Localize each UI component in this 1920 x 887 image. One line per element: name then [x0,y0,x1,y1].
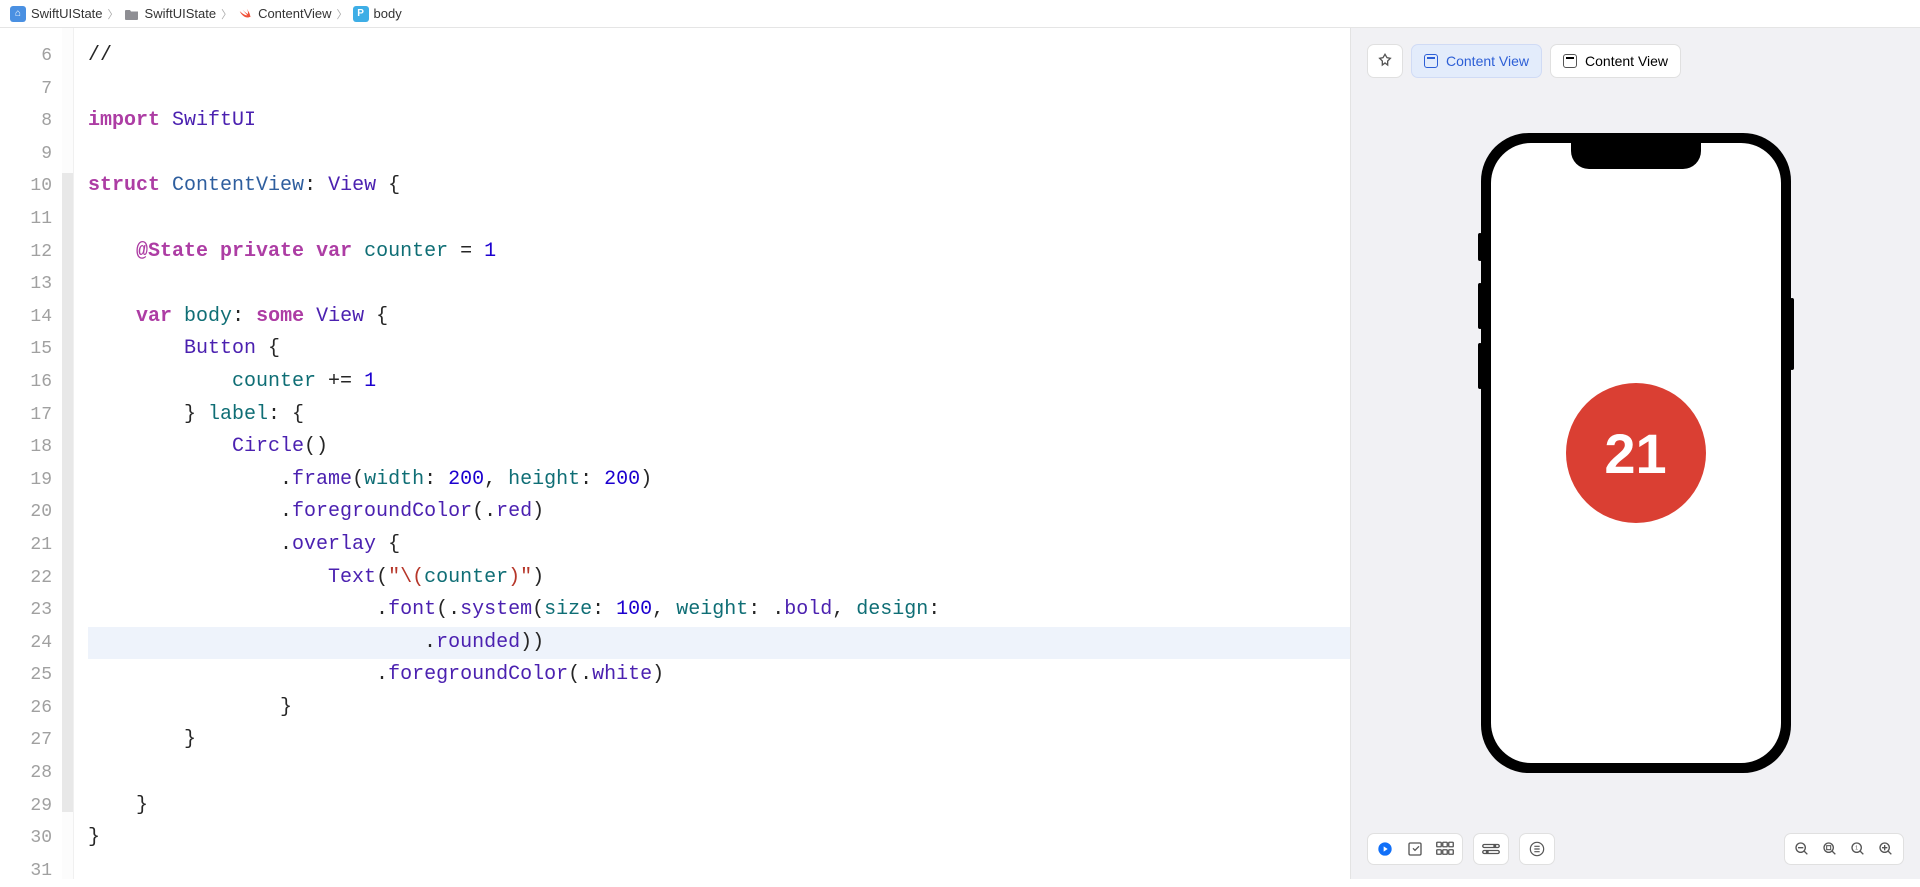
preview-tab-label: Content View [1585,53,1668,69]
pin-icon [1377,53,1393,69]
pin-button[interactable] [1367,44,1403,78]
fold-marker[interactable] [62,173,73,812]
fold-ribbon[interactable] [62,28,74,879]
variants-button[interactable] [1436,840,1454,858]
phone-side-button [1478,283,1482,329]
device-notch [1571,143,1701,169]
chevron-icon: 〉 [337,6,348,22]
app-icon: ⌂ [10,6,26,22]
phone-side-button [1478,343,1482,389]
zoom-actual-button[interactable]: 1 [1849,840,1867,858]
zoom-fit-button[interactable] [1821,840,1839,858]
device-settings-button[interactable] [1482,840,1500,858]
preview-tab[interactable]: Content View [1550,44,1681,78]
breadcrumb-folder[interactable]: SwiftUIState [124,6,217,22]
preview-tab-active[interactable]: Content View [1411,44,1542,78]
zoom-toolbar: 1 [1784,833,1904,865]
crumb-label: body [374,6,402,21]
preview-tab-label: Content View [1446,53,1529,69]
preview-options-button[interactable] [1528,840,1546,858]
device-screen[interactable]: 21 [1491,143,1781,763]
code-content[interactable]: // import SwiftUI struct ContentView: Vi… [74,28,1350,879]
play-button[interactable] [1376,840,1394,858]
canvas-toolbar [1367,833,1555,865]
chevron-icon: 〉 [108,6,119,22]
line-gutter: 6789101112131415161718192021222324252627… [0,28,62,879]
zoom-in-button[interactable] [1877,840,1895,858]
code-editor[interactable]: 6789101112131415161718192021222324252627… [0,28,1350,879]
selectable-button[interactable] [1406,840,1424,858]
crumb-label: SwiftUIState [31,6,103,21]
counter-button[interactable]: 21 [1566,383,1706,523]
crumb-label: ContentView [258,6,331,21]
property-icon: P [353,6,369,22]
breadcrumb-project[interactable]: ⌂ SwiftUIState [10,6,103,22]
folder-icon [124,6,140,22]
preview-canvas: Content View Content View 21 [1350,28,1920,879]
zoom-out-button[interactable] [1793,840,1811,858]
layout-icon [1563,54,1577,68]
phone-side-button [1478,233,1482,261]
layout-icon [1424,54,1438,68]
crumb-label: SwiftUIState [145,6,217,21]
phone-side-button [1790,298,1794,370]
breadcrumb-symbol[interactable]: P body [353,6,402,22]
svg-text:1: 1 [1855,846,1858,852]
breadcrumb: ⌂ SwiftUIState 〉 SwiftUIState 〉 ContentV… [0,0,1920,28]
breadcrumb-file[interactable]: ContentView [237,6,331,22]
counter-value: 21 [1604,421,1666,486]
device-frame: 21 [1481,133,1791,773]
swift-icon [237,6,253,22]
chevron-icon: 〉 [221,6,232,22]
